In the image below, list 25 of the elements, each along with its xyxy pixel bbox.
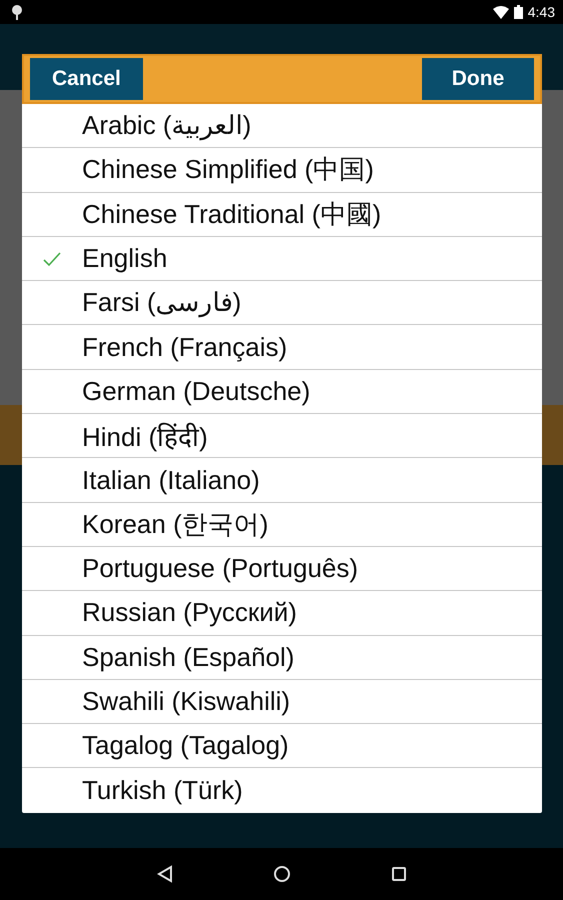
battery-icon (514, 5, 523, 19)
recents-icon[interactable] (390, 866, 406, 882)
language-item[interactable]: Farsi (فارسی) (22, 281, 542, 326)
language-item[interactable]: Swahili (Kiswahili) (22, 680, 542, 724)
language-item[interactable]: Turkish (Türk) (22, 768, 542, 813)
language-item[interactable]: Tagalog (Tagalog) (22, 724, 542, 768)
language-item[interactable]: Arabic (العربية) (22, 104, 542, 148)
language-item[interactable]: Italian (Italiano) (22, 458, 542, 503)
language-item[interactable]: Portuguese (Português) (22, 546, 542, 592)
back-icon[interactable] (156, 865, 172, 883)
language-item[interactable]: Korean (한국어) (22, 502, 542, 547)
language-item[interactable]: French (Français) (22, 325, 542, 370)
language-item[interactable]: Russian (Русский) (22, 591, 542, 636)
wifi-icon (492, 6, 509, 18)
home-icon[interactable] (272, 865, 290, 883)
android-icon (10, 4, 24, 20)
language-item[interactable]: Spanish (Español) (22, 636, 542, 680)
status-time: 4:43 (528, 4, 555, 20)
language-item[interactable]: German (Deutsche) (22, 370, 542, 414)
language-item[interactable]: English (22, 236, 542, 282)
language-item[interactable]: Hindi (हिंदी) (22, 414, 542, 458)
language-item[interactable]: Chinese Simplified (中国) (22, 148, 542, 193)
done-button[interactable]: Done (422, 58, 534, 100)
cancel-button[interactable]: Cancel (30, 58, 143, 100)
language-item[interactable]: Chinese Traditional (中國) (22, 192, 542, 237)
